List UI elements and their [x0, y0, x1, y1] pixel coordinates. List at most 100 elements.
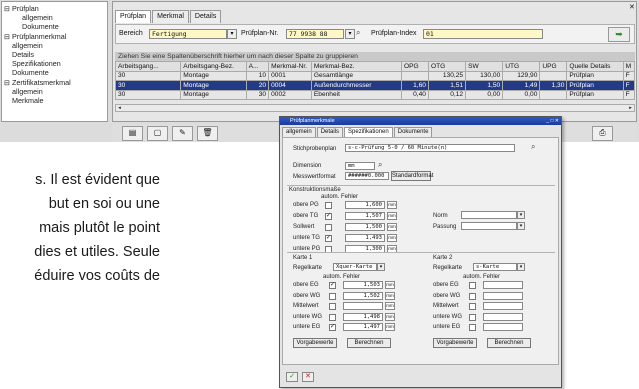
table-row[interactable]: 30 Montage 20 0004 Außendurchmesser 1,60 1,51 1…: [114, 80, 636, 91]
autom-fehler-checkbox[interactable]: ✓: [325, 235, 332, 242]
scroll-left-arrow-icon[interactable]: ◂: [116, 105, 123, 111]
regelkarte-select[interactable]: Xquer-Karte: [333, 263, 377, 271]
konstruktion-value-input[interactable]: 1,500: [345, 223, 385, 231]
table-row[interactable]: 30 Montage 10 0001 Gesamtlänge 130,25 130,00 12…: [114, 70, 636, 81]
column-header[interactable]: Quelle Details: [566, 61, 624, 72]
table-row[interactable]: 30 Montage 30 0002 Ebenheit 0,40 0,12 0,00 0,00 P…: [114, 89, 636, 100]
karte-value-input[interactable]: [483, 291, 523, 300]
tree-item[interactable]: allgemein: [4, 41, 105, 50]
tree-item[interactable]: Dokumente: [4, 22, 105, 31]
tab-dokumente[interactable]: Dokumente: [393, 127, 433, 137]
tree-item[interactable]: Dokumente: [4, 68, 105, 77]
search-icon[interactable]: ⌕: [356, 28, 360, 38]
berechnen-button[interactable]: Berechnen: [487, 338, 531, 348]
dialog-window-controls[interactable]: _ □ ✕: [546, 117, 559, 125]
vorgabewerte-button[interactable]: Vorgabewerte: [433, 338, 477, 348]
karte-value-input[interactable]: 1,503: [343, 281, 383, 289]
column-header[interactable]: A...: [245, 61, 270, 72]
karte-value-input[interactable]: 1,498: [343, 312, 383, 321]
cancel-button[interactable]: ✕: [302, 372, 314, 382]
autom-fehler-checkbox[interactable]: [469, 292, 476, 300]
dimension-input[interactable]: mm: [345, 162, 375, 170]
regelkarte-select[interactable]: s-Karte: [473, 263, 517, 271]
collapse-toggle-icon[interactable]: ⊟: [4, 4, 10, 13]
column-header[interactable]: UPG: [539, 61, 568, 72]
column-header[interactable]: M: [622, 61, 636, 72]
column-header[interactable]: OTG: [427, 61, 467, 72]
autom-fehler-checkbox[interactable]: [469, 313, 476, 321]
collapse-toggle-icon[interactable]: ⊟: [4, 32, 10, 41]
column-header[interactable]: SW: [465, 61, 504, 72]
karte-value-input[interactable]: [483, 281, 523, 289]
autom-fehler-checkbox[interactable]: ✓: [325, 213, 332, 220]
tab-merkmal[interactable]: Merkmal: [152, 10, 189, 23]
collapse-toggle-icon[interactable]: ⊟: [4, 78, 10, 87]
pruefplan-index-input[interactable]: 01: [423, 29, 543, 39]
column-header[interactable]: OPG: [400, 61, 429, 72]
autom-fehler-checkbox[interactable]: [469, 303, 476, 310]
autom-fehler-checkbox[interactable]: [469, 324, 476, 331]
edit-icon[interactable]: ✎: [172, 126, 193, 141]
bereich-dropdown-button[interactable]: ▾: [227, 29, 237, 39]
messwertformat-input[interactable]: ######0.000: [345, 172, 389, 180]
karte-value-input[interactable]: [483, 312, 523, 321]
tab-allgemein[interactable]: allgemein: [282, 127, 316, 137]
column-header[interactable]: Arbeitsgang-Bez.: [180, 61, 247, 72]
tab-pruefplan[interactable]: Prüfplan: [115, 10, 152, 23]
norm-dropdown-button[interactable]: ▾: [517, 211, 525, 219]
karte-value-input[interactable]: [483, 323, 523, 331]
tab-details[interactable]: Details: [189, 10, 222, 23]
stichprobenplan-input[interactable]: s-c-Prüfung 5-0 / 60 Minute(n): [345, 144, 515, 152]
tree-item[interactable]: Merkmale: [4, 96, 105, 105]
konstruktion-value-input[interactable]: 1,493: [345, 234, 385, 242]
autom-fehler-checkbox[interactable]: ✓: [329, 282, 336, 289]
search-icon[interactable]: ⌕: [531, 142, 535, 152]
autom-fehler-checkbox[interactable]: [329, 292, 336, 300]
vorgabewerte-button[interactable]: Vorgabewerte: [293, 338, 337, 348]
horizontal-scrollbar[interactable]: ◂ ▸: [115, 104, 635, 112]
karte-value-input[interactable]: [483, 302, 523, 310]
column-header[interactable]: Arbeitsgang...: [114, 61, 182, 72]
autom-fehler-checkbox[interactable]: [469, 282, 476, 289]
tree-item[interactable]: allgemein: [4, 13, 105, 22]
tree-item[interactable]: ⊟ Prüfplan: [4, 4, 105, 13]
karte-value-input[interactable]: 1,497: [343, 323, 383, 331]
berechnen-button[interactable]: Berechnen: [347, 338, 391, 348]
karte-value-input[interactable]: [343, 302, 383, 310]
ok-button[interactable]: ✓: [286, 372, 298, 382]
first-record-icon[interactable]: ▤: [122, 126, 143, 141]
new-document-icon[interactable]: ▢: [147, 126, 168, 141]
konstruktion-value-input[interactable]: 1,507: [345, 212, 385, 220]
regelkarte-dropdown-button[interactable]: ▾: [517, 263, 525, 271]
regelkarte-dropdown-button[interactable]: ▾: [377, 263, 385, 271]
tree-item[interactable]: ⊟ Zertifikatsmerkmal: [4, 78, 105, 87]
search-icon[interactable]: ⌕: [378, 160, 382, 170]
print-icon[interactable]: ⎙: [592, 126, 613, 141]
autom-fehler-checkbox[interactable]: [325, 224, 332, 231]
autom-fehler-checkbox[interactable]: ✓: [329, 324, 336, 331]
column-header[interactable]: Merkmal-Bez.: [310, 61, 402, 72]
autom-fehler-checkbox[interactable]: [325, 202, 332, 209]
scroll-right-arrow-icon[interactable]: ▸: [627, 105, 634, 111]
column-header[interactable]: UTG: [502, 61, 541, 72]
column-header[interactable]: Merkmal-Nr.: [268, 61, 312, 72]
pruefplan-nr-input[interactable]: 77 9938 88: [286, 29, 344, 39]
tree-item[interactable]: ⊟ Prüfplanmerkmal: [4, 32, 105, 41]
tab-details[interactable]: Details: [316, 127, 344, 137]
tab-spezifikationen[interactable]: Spezifikationen: [344, 127, 393, 137]
bereich-input[interactable]: Fertigung: [149, 29, 227, 39]
autom-fehler-checkbox[interactable]: [329, 313, 336, 321]
konstruktion-value-input[interactable]: 1,600: [345, 201, 385, 209]
close-icon[interactable]: ✕: [629, 3, 635, 11]
refresh-icon[interactable]: ➥: [608, 27, 630, 42]
standardformat-button[interactable]: Standardformat: [391, 171, 433, 181]
delete-icon[interactable]: 🗑: [197, 126, 218, 141]
passung-dropdown-button[interactable]: ▾: [517, 222, 525, 230]
autom-fehler-checkbox[interactable]: [329, 303, 336, 310]
karte-value-input[interactable]: 1,502: [343, 291, 383, 300]
tree-item[interactable]: allgemein: [4, 87, 105, 96]
pruefplan-dropdown-button[interactable]: ▾: [345, 29, 355, 39]
tree-item[interactable]: Spezifikationen: [4, 59, 105, 68]
norm-select[interactable]: [461, 211, 517, 219]
passung-select[interactable]: [461, 222, 517, 230]
